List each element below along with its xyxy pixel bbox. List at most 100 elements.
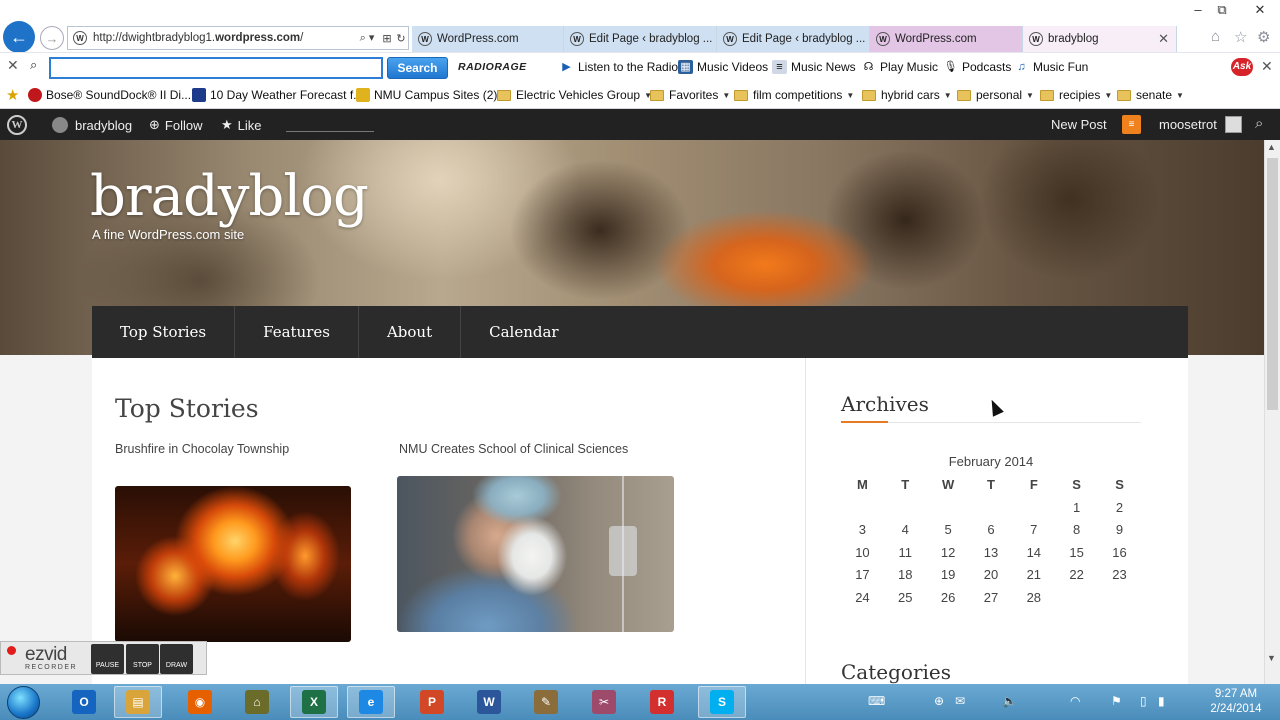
pause-button[interactable]: PAUSE — [91, 644, 124, 674]
battery-icon[interactable]: ▯ — [1140, 694, 1147, 708]
taskbar-app-skype[interactable]: S — [698, 686, 746, 718]
tab-wordpress-1[interactable]: W WordPress.com — [412, 26, 564, 52]
music-videos-link[interactable]: ▦ Music Videos — [678, 60, 768, 74]
clinical-sciences-image[interactable] — [397, 476, 674, 632]
close-icon[interactable]: ✕ — [1261, 58, 1273, 75]
scroll-up-icon[interactable]: ▲ — [1267, 142, 1276, 152]
fav-folder-senate[interactable]: senate ▼ — [1117, 88, 1184, 102]
music-news-link[interactable]: ≡ Music News — [772, 60, 856, 74]
tab-close-icon[interactable]: ✕ — [1158, 31, 1169, 47]
follow-button[interactable]: ⊕ Follow — [149, 117, 202, 133]
radiorage-logo[interactable]: RADIORAGE — [458, 61, 527, 73]
address-url[interactable]: http://dwightbradyblog1.wordpress.com/ — [93, 32, 354, 44]
taskbar-app-firefox[interactable]: ◉ — [176, 686, 224, 718]
nav-about[interactable]: About — [359, 306, 462, 358]
fav-folder-film[interactable]: film competitions ▼ — [734, 88, 854, 102]
wordpress-logo-icon[interactable]: W — [7, 115, 27, 135]
film-icon: ▦ — [678, 60, 693, 74]
tab-edit-page-2[interactable]: W Edit Page ‹ bradyblog ... — [717, 26, 870, 52]
blog-page: bradyblog A fine WordPress.com site Top … — [0, 140, 1264, 684]
fav-folder-hybrid[interactable]: hybrid cars ▼ — [862, 88, 952, 102]
favorites-star-icon[interactable]: ☆ — [1234, 28, 1247, 46]
scroll-down-icon[interactable]: ▼ — [1267, 653, 1276, 663]
mail-tray-icon[interactable]: ✉ — [955, 694, 965, 708]
flag-icon[interactable]: ⚑ — [1111, 694, 1122, 708]
close-window-button[interactable]: ✕ — [1240, 0, 1280, 20]
calendar-day: 5 — [944, 522, 952, 538]
taskbar-app-paint-tool[interactable]: ✎ — [522, 686, 570, 718]
music-fun-link[interactable]: ♫ Music Fun — [1014, 60, 1088, 74]
fav-folder-personal[interactable]: personal ▼ — [957, 88, 1034, 102]
compatibility-view-icon[interactable]: ⊞ — [380, 32, 394, 45]
site-title[interactable]: bradyblog — [90, 164, 369, 229]
fav-nmu[interactable]: NMU Campus Sites (2) — [356, 88, 497, 102]
taskbar-app-recorder-app[interactable]: R — [638, 686, 686, 718]
taskbar-app-excel[interactable]: X — [290, 686, 338, 718]
new-post-button[interactable]: New Post — [1051, 117, 1107, 132]
listen-radio-link[interactable]: ▶ Listen to the Radio — [559, 60, 678, 74]
close-toolbar-icon[interactable]: ✕ — [7, 57, 19, 74]
play-music-link[interactable]: ☊ Play Music — [861, 60, 938, 74]
taskbar-app-security-lock[interactable]: ⌂ — [233, 686, 281, 718]
taskbar-app-outlook[interactable]: O — [60, 686, 108, 718]
fav-bose[interactable]: Bose® SoundDock® II Di... — [28, 88, 191, 102]
fav-folder-electric-vehicles[interactable]: Electric Vehicles Group ▼ — [497, 88, 652, 102]
nav-calendar[interactable]: Calendar — [461, 306, 586, 358]
back-button[interactable]: ← — [3, 21, 35, 53]
toolbar-search-input[interactable] — [49, 57, 383, 79]
story-link-brushfire[interactable]: Brushfire in Chocolay Township — [115, 442, 289, 456]
search-icon[interactable]: ⌕ — [1255, 115, 1263, 132]
nmu-icon — [356, 88, 370, 102]
nav-top-stories[interactable]: Top Stories — [92, 306, 236, 358]
avatar[interactable] — [1225, 116, 1242, 133]
draw-button[interactable]: DRAW — [160, 644, 193, 674]
wifi-icon[interactable]: ◠ — [1070, 694, 1080, 708]
podcasts-link[interactable]: 🎙 Podcasts — [943, 60, 1012, 74]
plus-circle-icon: ⊕ — [149, 117, 160, 132]
stop-button[interactable]: STOP — [126, 644, 159, 674]
brushfire-image[interactable] — [115, 486, 351, 642]
notifications-icon[interactable]: ≡ — [1122, 115, 1141, 134]
ask-logo[interactable]: Ask — [1231, 58, 1253, 76]
forward-button[interactable]: → — [40, 26, 64, 50]
calendar-weekday: T — [901, 476, 910, 492]
nav-features[interactable]: Features — [235, 306, 359, 358]
page-scrollbar[interactable]: ▲ ▼ — [1264, 140, 1280, 684]
keyboard-icon[interactable]: ⌨ — [868, 694, 885, 708]
admin-bar-underline — [286, 131, 374, 132]
categories-title: Categories — [841, 660, 951, 684]
fav-folder-recipies[interactable]: recipies ▼ — [1040, 88, 1112, 102]
taskbar-app-file-explorer[interactable]: ▤ — [114, 686, 162, 718]
favorites-star-icon[interactable]: ★ — [6, 86, 19, 104]
refresh-icon[interactable]: ↻ — [394, 32, 408, 45]
restore-button[interactable]: ⧉ — [1207, 0, 1237, 20]
volume-icon[interactable]: 🔈 — [1002, 694, 1017, 708]
calendar-week: 24 25 26 27 28 — [841, 586, 1141, 609]
tab-wordpress-2[interactable]: W WordPress.com — [870, 26, 1023, 52]
tab-bradyblog-active[interactable]: Wbradyblog ✕ — [1023, 26, 1177, 52]
fav-folder-favorites[interactable]: Favorites ▼ — [650, 88, 730, 102]
settings-gear-icon[interactable]: ⚙ — [1257, 28, 1270, 46]
fav-weather[interactable]: 10 Day Weather Forecast f... — [192, 88, 363, 102]
system-clock[interactable]: 9:27 AM 2/24/2014 — [1196, 687, 1276, 717]
taskbar-app-internet-explorer[interactable]: e — [347, 686, 395, 718]
taskbar-app-powerpoint[interactable]: P — [408, 686, 456, 718]
lock-tray-icon[interactable]: ⊕ — [934, 694, 944, 708]
taskbar-app-snipping-tool[interactable]: ✂ — [580, 686, 628, 718]
calendar-day: 10 — [855, 544, 870, 560]
story-link-nmu[interactable]: NMU Creates School of Clinical Sciences — [399, 442, 628, 456]
start-button[interactable] — [7, 686, 40, 719]
tab-edit-page-1[interactable]: W Edit Page ‹ bradyblog ... — [564, 26, 717, 52]
address-bar[interactable]: W http://dwightbradyblog1.wordpress.com/… — [67, 26, 409, 50]
user-menu[interactable]: moosetrot — [1159, 117, 1217, 132]
taskbar-app-word[interactable]: W — [465, 686, 513, 718]
folder-icon — [957, 89, 971, 101]
toolbar-search-button[interactable]: Search — [387, 57, 448, 79]
search-dropdown-icon[interactable]: ⌕ ▾ — [354, 31, 380, 45]
scroll-thumb[interactable] — [1267, 158, 1278, 410]
like-button[interactable]: ★ Like — [221, 117, 262, 133]
globe-icon — [52, 117, 68, 133]
admin-blog-link[interactable]: bradyblog — [52, 117, 132, 133]
network-icon[interactable]: ▮ — [1158, 694, 1165, 708]
home-icon[interactable]: ⌂ — [1211, 28, 1220, 45]
